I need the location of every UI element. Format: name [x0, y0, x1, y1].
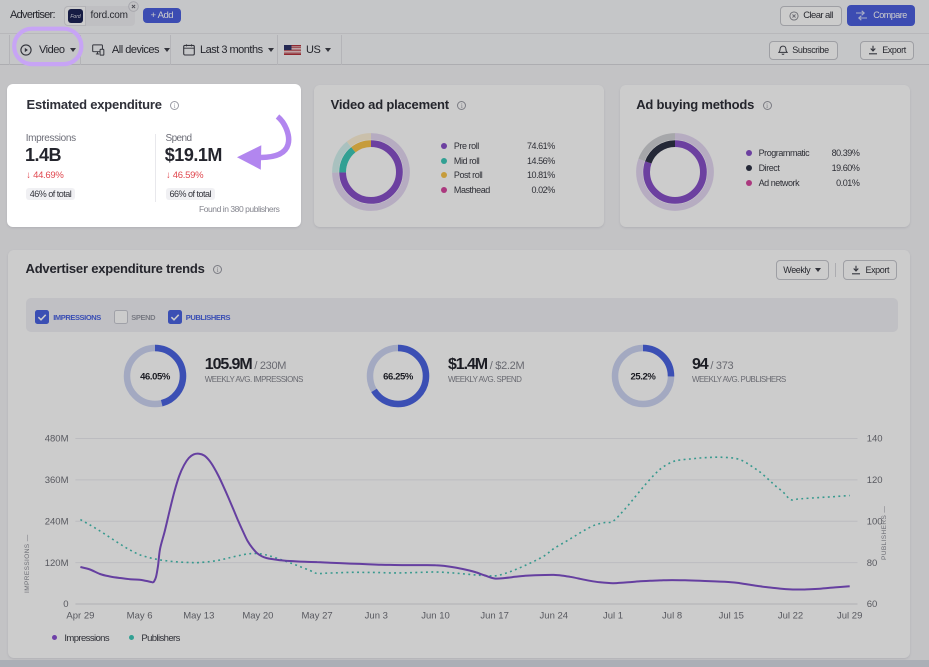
svg-text:PUBLISHERS —: PUBLISHERS —	[881, 506, 888, 560]
svg-text:Jun 17: Jun 17	[480, 611, 509, 622]
svg-text:480M: 480M	[45, 434, 69, 445]
svg-text:Jul 29: Jul 29	[837, 611, 862, 622]
svg-text:IMPRESSIONS —: IMPRESSIONS —	[24, 534, 31, 593]
svg-text:Jun 24: Jun 24	[540, 611, 569, 622]
svg-text:46.05%: 46.05%	[140, 371, 171, 382]
svg-text:66.25%: 66.25%	[383, 371, 414, 382]
svg-text:Jul 8: Jul 8	[662, 611, 682, 622]
svg-text:60: 60	[867, 599, 878, 610]
svg-text:Jun 10: Jun 10	[421, 611, 450, 622]
svg-text:May 20: May 20	[242, 611, 273, 622]
svg-text:May 27: May 27	[302, 611, 333, 622]
svg-text:0: 0	[63, 599, 68, 610]
svg-text:360M: 360M	[45, 475, 69, 486]
svg-text:120: 120	[867, 475, 883, 486]
svg-text:May 13: May 13	[183, 611, 214, 622]
svg-text:140: 140	[867, 434, 883, 445]
svg-text:Jul 22: Jul 22	[778, 611, 803, 622]
svg-text:Jul 15: Jul 15	[719, 611, 744, 622]
svg-text:Jun 3: Jun 3	[365, 611, 388, 622]
svg-text:80: 80	[867, 558, 878, 569]
svg-text:Jul 1: Jul 1	[603, 611, 623, 622]
svg-text:240M: 240M	[45, 517, 69, 528]
svg-text:25.2%: 25.2%	[631, 371, 657, 382]
svg-text:120M: 120M	[45, 558, 69, 569]
svg-text:May 6: May 6	[127, 611, 153, 622]
svg-text:Apr 29: Apr 29	[66, 611, 94, 622]
